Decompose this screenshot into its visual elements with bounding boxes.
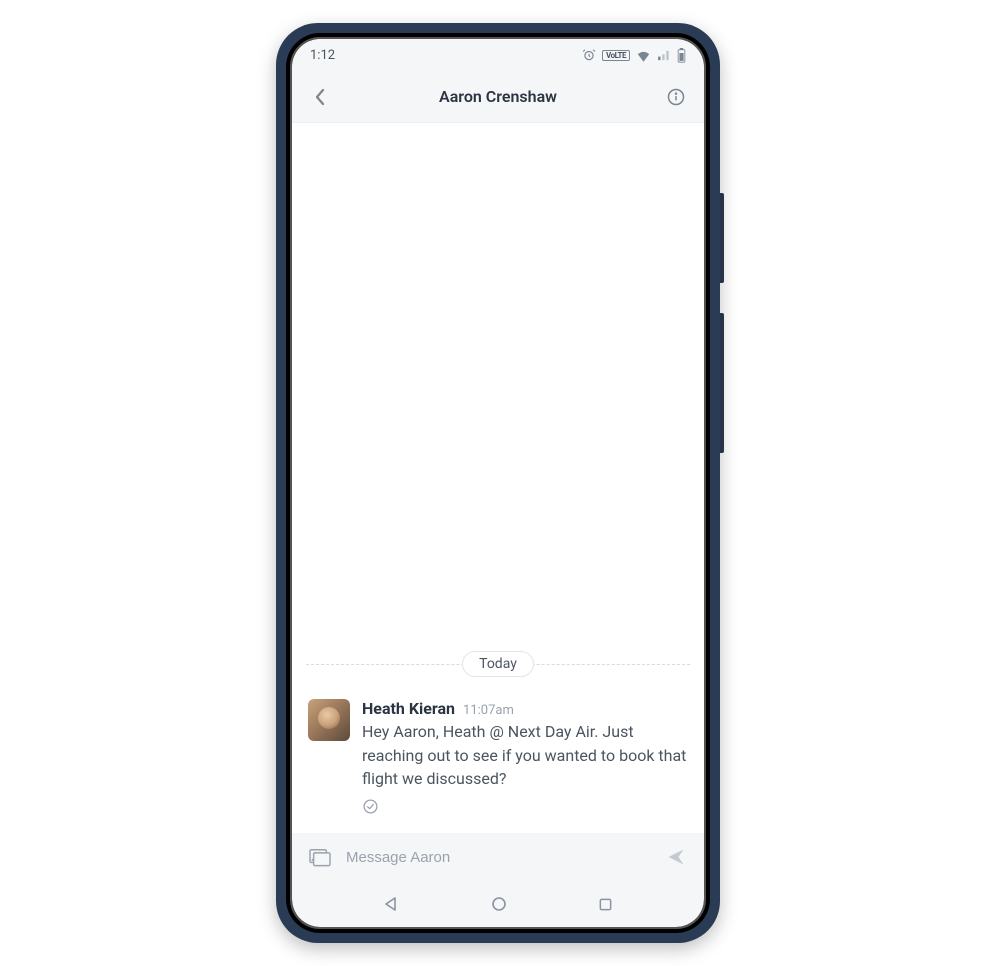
send-button[interactable] [662,843,690,871]
send-icon [665,847,687,867]
info-icon [666,87,686,107]
delivered-icon [362,798,688,815]
chat-area[interactable]: Today Heath Kieran 11:07am Hey Aaron, He… [292,123,704,833]
battery-icon [677,48,686,63]
status-icons: VoLTE [582,48,686,63]
signal-icon [657,49,671,62]
android-nav-bar [292,881,704,927]
chevron-left-icon [314,88,326,106]
composer [292,833,704,881]
avatar[interactable] [308,699,350,741]
triangle-back-icon [383,896,399,912]
message-item[interactable]: Heath Kieran 11:07am Hey Aaron, Heath @ … [292,691,704,833]
back-button[interactable] [306,83,334,111]
message-time: 11:07am [463,703,514,718]
chat-title: Aaron Crenshaw [439,87,557,106]
circle-home-icon [491,896,507,912]
volte-icon: VoLTE [602,50,630,61]
image-icon [309,847,331,867]
square-recent-icon [598,897,613,912]
side-button-1 [720,193,724,283]
nav-back-button[interactable] [383,896,399,912]
message-header: Heath Kieran 11:07am [362,699,688,718]
screen: 1:12 VoLTE [292,39,704,881]
clock: 1:12 [310,48,335,63]
attach-image-button[interactable] [306,843,334,871]
phone-bezel: 1:12 VoLTE [286,33,710,933]
message-body: Heath Kieran 11:07am Hey Aaron, Heath @ … [362,699,688,815]
nav-home-button[interactable] [491,896,507,912]
phone-case: 1:12 VoLTE [276,23,720,943]
date-pill: Today [462,651,534,677]
message-input[interactable] [346,849,650,866]
screen-wrap: 1:12 VoLTE [290,37,706,929]
date-divider: Today [292,651,704,677]
nav-recent-button[interactable] [598,897,613,912]
side-button-2 [720,313,724,453]
info-button[interactable] [662,83,690,111]
wifi-icon [636,49,651,62]
status-bar: 1:12 VoLTE [292,39,704,71]
sender-name: Heath Kieran [362,699,455,718]
app-bar: Aaron Crenshaw [292,71,704,123]
alarm-icon [582,48,596,62]
message-text: Hey Aaron, Heath @ Next Day Air. Just re… [362,720,688,790]
